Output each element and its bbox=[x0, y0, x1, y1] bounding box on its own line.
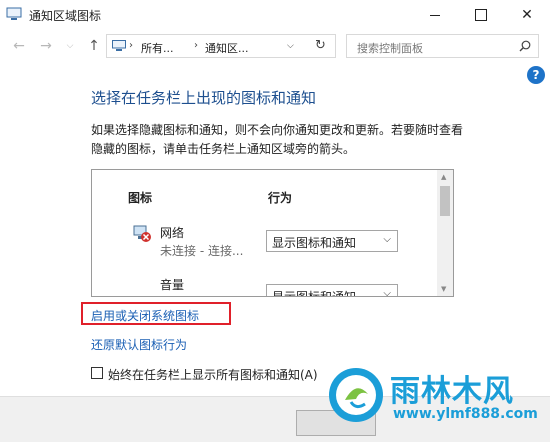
column-header-icon: 图标 bbox=[128, 191, 153, 205]
behavior-select[interactable]: 显示图标和通知 ⌵ bbox=[266, 284, 398, 297]
scroll-thumb[interactable] bbox=[440, 186, 450, 216]
behavior-select[interactable]: 显示图标和通知 ⌵ bbox=[266, 230, 398, 252]
search-input[interactable]: 搜索控制面板 bbox=[346, 34, 539, 58]
watermark-brand: 雨林木风 bbox=[390, 374, 514, 409]
search-icon bbox=[519, 40, 531, 52]
page-description: 如果选择隐藏图标和通知，则不会向你通知更改和更新。若要随时查看隐藏的图标，请单击… bbox=[91, 123, 464, 156]
list-item-name: 音量 bbox=[160, 278, 185, 292]
maximize-button[interactable] bbox=[458, 0, 504, 30]
control-panel-icon bbox=[112, 40, 126, 51]
scroll-up-icon[interactable]: ▲ bbox=[441, 173, 446, 181]
window-title: 通知区域图标 bbox=[29, 9, 102, 23]
network-icon bbox=[133, 225, 151, 242]
watermark-logo-icon bbox=[329, 368, 383, 422]
control-panel-icon bbox=[6, 7, 22, 20]
always-show-label[interactable]: 始终在任务栏上显示所有图标和通知(A) bbox=[108, 366, 318, 383]
breadcrumb-all-items[interactable]: 所有... bbox=[141, 40, 174, 56]
chevron-down-icon[interactable]: ⌵ bbox=[287, 41, 294, 51]
behavior-select-value: 显示图标和通知 bbox=[272, 290, 357, 297]
breadcrumb-notification-area[interactable]: 通知区... bbox=[205, 40, 249, 56]
chevron-down-icon: ⌵ bbox=[383, 288, 391, 297]
breadcrumb-separator: › bbox=[129, 40, 133, 51]
breadcrumb-separator: › bbox=[194, 40, 198, 51]
title-bar: 通知区域图标 ✕ bbox=[0, 0, 550, 30]
up-button[interactable]: ↑ bbox=[86, 38, 102, 54]
list-item-status: 未连接 - 连接... bbox=[160, 244, 244, 258]
vertical-scrollbar[interactable]: ▲ ▼ bbox=[437, 170, 453, 296]
minimize-icon bbox=[430, 14, 440, 16]
always-show-checkbox[interactable] bbox=[91, 367, 103, 379]
watermark-url: www.ylmf888.com bbox=[393, 406, 538, 422]
refresh-icon[interactable]: ↻ bbox=[315, 38, 326, 53]
navigation-bar: ← → ⌵ ↑ › 所有... › 通知区... ⌵ ↻ 搜索控制面板 bbox=[0, 30, 550, 64]
page-title: 选择在任务栏上出现的图标和通知 bbox=[91, 89, 317, 107]
address-bar[interactable]: › 所有... › 通知区... ⌵ ↻ bbox=[106, 34, 336, 58]
forward-button[interactable]: → bbox=[38, 38, 54, 54]
minimize-button[interactable] bbox=[412, 0, 458, 30]
close-button[interactable]: ✕ bbox=[504, 0, 550, 30]
back-button[interactable]: ← bbox=[11, 38, 27, 54]
list-item-name: 网络 bbox=[160, 226, 185, 240]
recent-locations-button[interactable]: ⌵ bbox=[62, 38, 78, 54]
maximize-icon bbox=[475, 9, 487, 21]
highlight-annotation bbox=[81, 302, 231, 325]
close-icon: ✕ bbox=[521, 7, 533, 23]
icon-list-panel: 图标 行为 网络 未连接 - 连接... 显示图标和通知 ⌵ 音量 显示图标和通… bbox=[91, 169, 454, 297]
chevron-down-icon: ⌵ bbox=[383, 234, 391, 245]
scroll-down-icon[interactable]: ▼ bbox=[441, 285, 446, 293]
restore-default-link[interactable]: 还原默认图标行为 bbox=[91, 336, 187, 353]
help-icon[interactable]: ? bbox=[527, 66, 545, 84]
behavior-select-value: 显示图标和通知 bbox=[272, 236, 357, 250]
search-placeholder: 搜索控制面板 bbox=[357, 42, 423, 55]
column-header-behavior: 行为 bbox=[268, 191, 293, 205]
